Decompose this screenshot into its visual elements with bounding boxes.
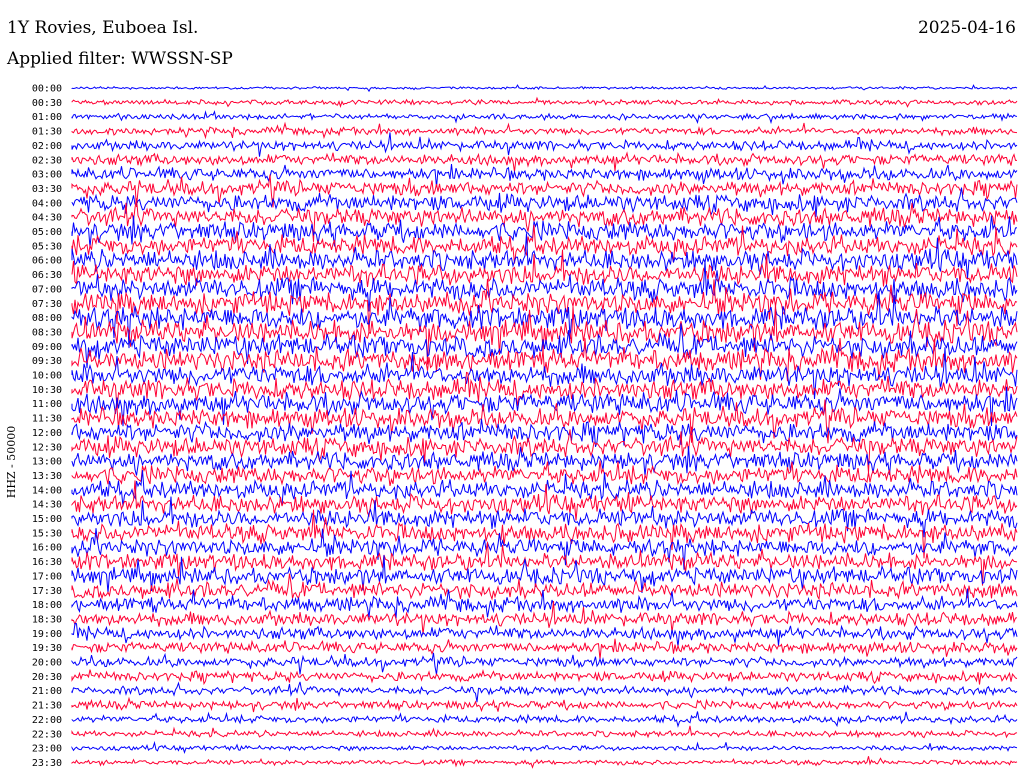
row-label: 18:30: [32, 614, 62, 625]
trace-row-0130: [71, 121, 1018, 140]
row-label: 20:30: [32, 672, 62, 683]
trace-row-0830: [71, 303, 1018, 365]
trace-row-2330: [71, 756, 1018, 769]
trace-row-1330: [71, 460, 1018, 487]
row-label: 23:30: [32, 758, 62, 769]
row-label: 00:00: [32, 84, 62, 95]
trace-row-0300: [71, 164, 1018, 188]
row-label-group: 00:00 00:30 01:00 01:30 02:00 02:30 03:00 03:30…: [32, 84, 62, 769]
trace-row-0200: [71, 132, 1018, 157]
row-label: 11:30: [32, 414, 62, 425]
row-label: 02:00: [32, 141, 62, 152]
row-label: 03:30: [32, 184, 62, 195]
trace-row-0100: [71, 110, 1018, 125]
row-label: 04:30: [32, 213, 62, 224]
row-label: 06:00: [32, 256, 62, 267]
row-label: 14:30: [32, 500, 62, 511]
row-label: 01:00: [32, 112, 62, 123]
row-label: 15:30: [32, 528, 62, 539]
trace-row-1930: [71, 638, 1018, 660]
row-label: 17:30: [32, 586, 62, 597]
row-label: 23:00: [32, 744, 62, 755]
row-label: 21:30: [32, 701, 62, 712]
row-label: 08:30: [32, 327, 62, 338]
row-label: 19:30: [32, 643, 62, 654]
y-axis-label: HHZ - 50000: [5, 426, 18, 499]
trace-row-1900: [71, 622, 1018, 647]
row-label: 01:30: [32, 127, 62, 138]
trace-row-0500: [71, 215, 1018, 248]
trace-row-2030: [71, 668, 1018, 686]
row-label: 10:30: [32, 385, 62, 396]
helicorder-plot: 00:00 00:30 01:00 01:30 02:00 02:30 03:00 03:30…: [5, 84, 1018, 769]
row-label: 07:30: [32, 299, 62, 310]
row-label: 08:00: [32, 313, 62, 324]
trace-row-2130: [71, 696, 1018, 713]
trace-row-0000: [71, 84, 1018, 93]
trace-row-2300: [71, 740, 1018, 754]
row-label: 11:00: [32, 399, 62, 410]
trace-row-2230: [71, 725, 1018, 739]
row-label: 12:30: [32, 442, 62, 453]
row-label: 05:00: [32, 227, 62, 238]
row-label: 20:00: [32, 658, 62, 669]
row-label: 07:00: [32, 284, 62, 295]
trace-row-2100: [71, 681, 1018, 703]
row-label: 16:30: [32, 557, 62, 568]
row-label: 15:00: [32, 514, 62, 525]
row-label: 02:30: [32, 155, 62, 166]
row-label: 03:00: [32, 170, 62, 181]
row-label: 21:00: [32, 686, 62, 697]
row-label: 09:00: [32, 342, 62, 353]
trace-row-0030: [71, 96, 1018, 108]
row-label: 14:00: [32, 485, 62, 496]
trace-row-2000: [71, 652, 1018, 675]
row-label: 17:00: [32, 571, 62, 582]
row-label: 04:00: [32, 198, 62, 209]
trace-group: [71, 84, 1018, 769]
trace-row-2200: [71, 711, 1018, 728]
row-label: 22:00: [32, 715, 62, 726]
row-label: 10:00: [32, 371, 62, 382]
row-label: 13:30: [32, 471, 62, 482]
row-label: 00:30: [32, 98, 62, 109]
row-label: 09:30: [32, 356, 62, 367]
row-label: 12:00: [32, 428, 62, 439]
row-label: 19:00: [32, 629, 62, 640]
row-label: 16:00: [32, 543, 62, 554]
row-label: 06:30: [32, 270, 62, 281]
row-label: 18:00: [32, 600, 62, 611]
row-label: 13:00: [32, 457, 62, 468]
row-label: 05:30: [32, 241, 62, 252]
row-label: 22:30: [32, 729, 62, 740]
